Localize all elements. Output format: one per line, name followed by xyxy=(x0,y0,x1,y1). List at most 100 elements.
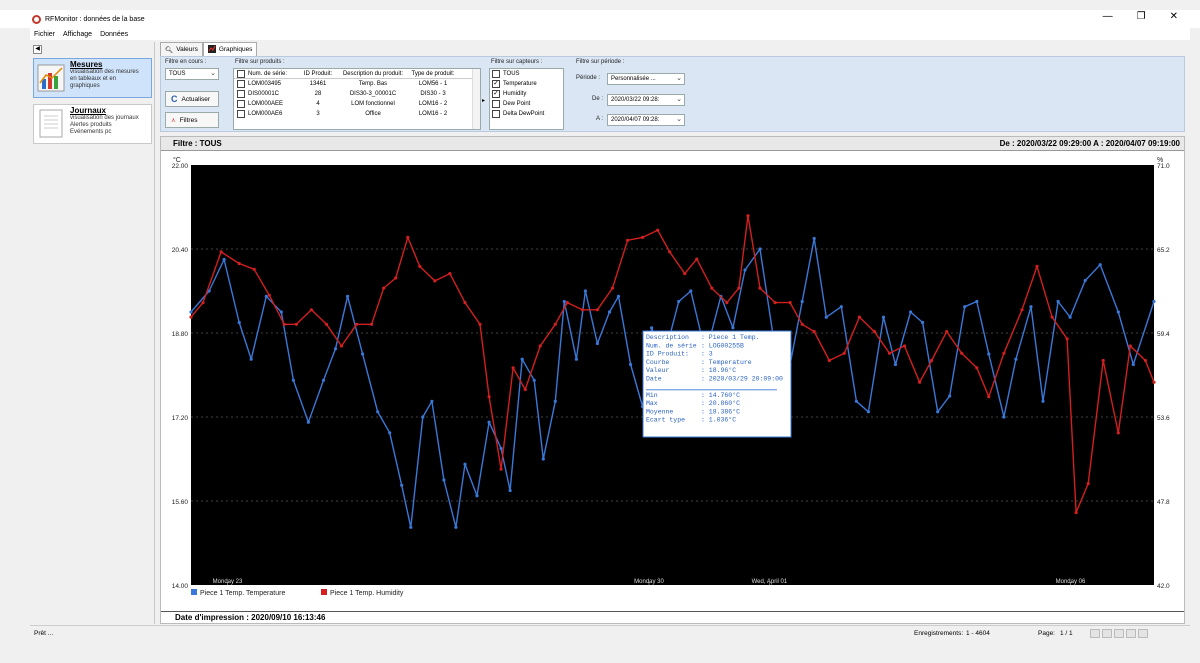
sensor-checkbox[interactable] xyxy=(492,100,500,108)
series-point xyxy=(1098,263,1102,267)
close-button[interactable]: ✕ xyxy=(1170,11,1178,22)
sensor-checkbox[interactable] xyxy=(492,70,500,78)
sensor-item[interactable]: TOUS xyxy=(490,69,563,79)
products-scrollbar[interactable] xyxy=(472,69,480,129)
tab-graphiques[interactable]: Graphiques xyxy=(202,42,258,56)
series-point xyxy=(1086,482,1090,486)
series-point xyxy=(580,308,584,312)
last-page-button[interactable] xyxy=(1126,629,1136,638)
products-grid-header: Num. de série: ID Produit: Description d… xyxy=(234,69,480,79)
tooltip-key: Courbe xyxy=(646,359,670,366)
y-left-tick-label: 20.40 xyxy=(172,247,189,254)
series-point xyxy=(842,351,846,355)
period-select[interactable]: Personnalisée ... ⌄ xyxy=(607,73,685,85)
series-point xyxy=(538,344,542,348)
cell-id: 4 xyxy=(316,101,320,107)
series-point xyxy=(282,322,286,326)
menu-donnees[interactable]: Données xyxy=(100,31,128,38)
select-all-checkbox[interactable] xyxy=(237,69,245,78)
sensor-item[interactable]: Dew Point xyxy=(490,99,563,109)
series-point xyxy=(689,289,693,293)
series-point xyxy=(1101,358,1105,363)
series-point xyxy=(731,326,735,330)
previous-page-button[interactable] xyxy=(1102,629,1112,638)
chart-plot[interactable]: 22.00 20.40 18.80 17.20 15.60 14.00 71.0 65.2 59… xyxy=(161,151,1184,609)
records-value: 1 - 4604 xyxy=(966,630,990,637)
series-point xyxy=(909,310,913,314)
status-ready: Prêt ... xyxy=(34,630,54,637)
sensor-item[interactable]: Delta DewPoint xyxy=(490,109,563,119)
refresh-button[interactable]: C Actualiser xyxy=(165,91,219,107)
nav-mesures[interactable]: Mesures visualisation des mesures en tab… xyxy=(33,58,152,98)
y-right-tick-label: 47.8 xyxy=(1157,499,1170,506)
series-point xyxy=(743,268,747,272)
restore-button[interactable]: ❐ xyxy=(1137,11,1146,22)
series-point xyxy=(975,366,979,370)
series-point xyxy=(607,310,612,314)
series-point xyxy=(499,467,503,471)
series-point xyxy=(478,322,482,326)
series-point xyxy=(511,366,515,370)
tooltip-key: Date xyxy=(646,376,662,383)
series-point xyxy=(1152,380,1156,384)
expand-arrow-icon[interactable]: ▸ xyxy=(482,97,485,104)
row-checkbox[interactable] xyxy=(237,110,245,118)
nav-journaux[interactable]: Journaux visualisation des journaux Aler… xyxy=(33,104,152,144)
sensor-item[interactable]: ✓ Temperature xyxy=(490,79,563,89)
sensor-label: Delta DewPoint xyxy=(503,111,545,117)
sensor-checkbox[interactable]: ✓ xyxy=(492,80,500,88)
sensor-checkbox[interactable] xyxy=(492,110,500,118)
next-page-button[interactable] xyxy=(1114,629,1124,638)
series-point xyxy=(553,322,557,326)
menu-affichage[interactable]: Affichage xyxy=(63,31,92,38)
series-point xyxy=(499,446,503,451)
collapse-pane-button[interactable]: ◀ xyxy=(33,45,42,54)
series-point xyxy=(370,322,374,326)
product-row[interactable]: LOM003495 13461 Temp. Bas LOM56 - 1 xyxy=(234,79,480,89)
y-left-tick-label: 14.00 xyxy=(172,583,189,590)
cell-type: DIS30 - 3 xyxy=(420,91,446,97)
series-point xyxy=(595,341,599,346)
product-row[interactable]: LOM000AEE 4 LOM fonctionnel LOM16 - 2 xyxy=(234,99,480,109)
menu-fichier[interactable]: Fichier xyxy=(34,31,55,38)
sensors-filter-label: Filtre sur capteurs : xyxy=(491,59,543,65)
page-menu-button[interactable] xyxy=(1138,629,1148,638)
product-row[interactable]: LOM000AE6 3 Office LOM16 - 2 xyxy=(234,109,480,119)
sensor-checkbox[interactable]: ✓ xyxy=(492,90,500,98)
series-point xyxy=(616,294,621,298)
series-point xyxy=(683,272,687,276)
series-point xyxy=(1041,399,1045,403)
first-page-button[interactable] xyxy=(1090,629,1100,638)
series-point xyxy=(800,299,804,304)
row-checkbox[interactable] xyxy=(237,80,245,88)
to-date-picker[interactable]: 2020/04/07 09:28: ⌄ xyxy=(607,114,685,126)
series-point xyxy=(219,250,223,254)
from-date-picker[interactable]: 2020/03/22 09:28: ⌄ xyxy=(607,94,685,106)
minimize-button[interactable]: — xyxy=(1103,11,1113,22)
col-id: ID Produit: xyxy=(303,70,333,77)
series-point xyxy=(454,525,458,529)
sensor-item[interactable]: ✓ Humidity xyxy=(490,89,563,99)
row-checkbox[interactable] xyxy=(237,90,245,98)
sensor-label: Humidity xyxy=(503,91,527,97)
series-point xyxy=(1050,315,1054,319)
series-point xyxy=(725,301,729,305)
cell-id: 28 xyxy=(314,91,322,97)
filters-label: Filtres xyxy=(179,116,198,124)
tab-valeurs[interactable]: 🔍︎ Valeurs xyxy=(160,42,203,56)
filters-button[interactable]: ⋏ Filtres xyxy=(165,112,219,128)
navigation-pane: ◀ Mesures visualisation des mesures en t… xyxy=(30,42,155,624)
series-point xyxy=(361,352,365,356)
chart-icon xyxy=(207,44,216,55)
cell-id: 3 xyxy=(316,111,320,117)
series-point xyxy=(650,326,654,330)
tooltip-key: Num. de série xyxy=(646,342,697,349)
series-point xyxy=(475,494,479,498)
y-right-unit: % xyxy=(1157,157,1163,164)
current-filter-select[interactable]: TOUS ⌄ xyxy=(165,68,219,80)
series-point xyxy=(893,362,898,367)
row-checkbox[interactable] xyxy=(237,100,245,108)
product-row[interactable]: DIS00001C 28 DIS30-3_00001C DIS30 - 3 xyxy=(234,89,480,99)
series-point xyxy=(800,322,804,326)
legend-label: Piece 1 Temp. Humidity xyxy=(330,590,404,597)
